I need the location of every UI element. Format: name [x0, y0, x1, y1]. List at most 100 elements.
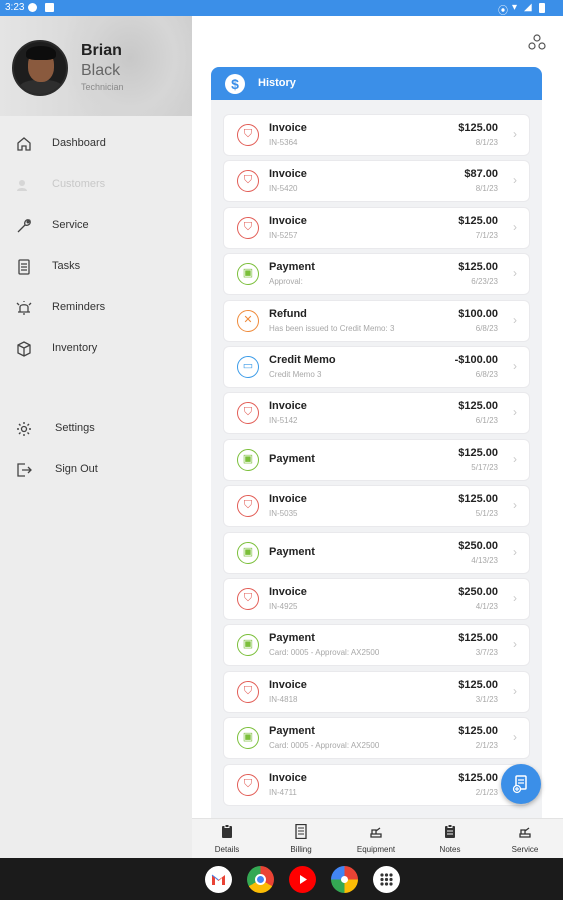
- row-amount: $125.00: [458, 122, 498, 134]
- history-row-invoice[interactable]: ⛉ Invoice IN-5142 $125.00 6/1/23 ›: [224, 393, 529, 434]
- payment-icon: ▣: [237, 727, 259, 750]
- avatar[interactable]: [12, 40, 68, 96]
- row-subtitle: Has been issued to Credit Memo: 3: [269, 323, 395, 333]
- sidebar-item-label: Sign Out: [55, 463, 98, 475]
- chevron-right-icon: ›: [513, 451, 517, 466]
- row-amount: $250.00: [458, 586, 498, 598]
- history-row-invoice[interactable]: ⛉ Invoice IN-4818 $125.00 3/1/23 ›: [224, 671, 529, 712]
- row-amount: $125.00: [458, 214, 498, 227]
- sidebar-item-service[interactable]: Service: [0, 210, 192, 240]
- sidebar-item-dashboard[interactable]: Dashboard: [0, 128, 192, 158]
- signal-icon: ◢: [524, 2, 532, 13]
- row-date: 7/1/23: [475, 230, 498, 240]
- row-date: 5/17/23: [471, 462, 498, 472]
- row-title: Invoice: [269, 586, 307, 598]
- row-date: 8/1/23: [475, 138, 498, 147]
- home-icon: [17, 137, 31, 151]
- invoice-icon: ⛉: [237, 216, 259, 239]
- service-icon: [519, 827, 531, 838]
- row-title: Payment: [269, 632, 315, 645]
- row-date: 6/8/23: [475, 323, 498, 333]
- row-amount: $125.00: [458, 678, 498, 691]
- launcher-bar: [0, 858, 563, 900]
- history-row-invoice[interactable]: ⛉ Invoice IN-5420 $87.00 8/1/23 ›: [224, 161, 529, 202]
- org-chart-icon[interactable]: [527, 33, 547, 51]
- row-amount: $125.00: [458, 261, 498, 274]
- row-date: 2/1/23: [475, 787, 498, 797]
- history-row-invoice[interactable]: ⛉ Invoice IN-5257 $125.00 7/1/23 ›: [224, 207, 529, 248]
- sd-card-icon: [45, 3, 54, 12]
- row-date: 4/1/23: [475, 602, 498, 611]
- chevron-right-icon: ›: [513, 173, 517, 188]
- history-row-invoice[interactable]: ⛉ Invoice IN-4925 $250.00 4/1/23 ›: [224, 579, 529, 619]
- history-row-payment[interactable]: ▣ Payment $125.00 5/17/23 ›: [224, 439, 529, 480]
- youtube-icon[interactable]: [289, 866, 316, 893]
- row-date: 4/13/23: [471, 555, 498, 565]
- row-amount: $125.00: [458, 771, 498, 784]
- tab-label: Notes: [439, 845, 461, 854]
- sidebar-item-tasks[interactable]: Tasks: [0, 251, 192, 281]
- history-row-credit[interactable]: ▭ Credit Memo Credit Memo 3 -$100.00 6/8/23 ›: [224, 347, 529, 387]
- photos-icon[interactable]: [331, 866, 358, 893]
- chevron-right-icon: ›: [513, 637, 517, 652]
- row-amount: -$100.00: [454, 354, 498, 366]
- history-row-payment[interactable]: ▣ Payment $250.00 4/13/23 ›: [224, 532, 529, 573]
- row-date: 2/1/23: [475, 741, 498, 751]
- row-subtitle: Approval:: [269, 277, 303, 287]
- row-title: Invoice: [269, 493, 307, 506]
- chevron-right-icon: ›: [513, 219, 517, 234]
- tab-service[interactable]: Service: [495, 819, 555, 859]
- row-date: 6/23/23: [471, 277, 498, 287]
- history-row-invoice[interactable]: ⛉ Invoice IN-5364 $125.00 8/1/23 ›: [224, 115, 529, 155]
- add-invoice-button[interactable]: [501, 764, 541, 804]
- row-amount: $125.00: [458, 632, 498, 645]
- row-subtitle: Card: 0005 - Approval: AX2500: [269, 648, 380, 658]
- sidebar-item-settings[interactable]: Settings: [0, 413, 192, 443]
- sidebar-item-reminders[interactable]: Reminders: [0, 292, 192, 322]
- credit-icon: ▭: [237, 356, 259, 378]
- row-title: Invoice: [269, 400, 307, 413]
- invoice-icon: ⛉: [237, 773, 259, 796]
- chevron-right-icon: ›: [513, 359, 517, 373]
- history-row-payment[interactable]: ▣ Payment Card: 0005 - Approval: AX2500 $12…: [224, 625, 529, 666]
- wifi-icon: ▾: [512, 2, 518, 13]
- chrome-icon[interactable]: [247, 866, 274, 893]
- app-drawer-icon[interactable]: [373, 866, 400, 893]
- profile-background: [60, 16, 192, 116]
- tab-billing[interactable]: Billing: [271, 819, 331, 859]
- alarm-icon: [16, 301, 32, 315]
- row-amount: $125.00: [458, 725, 498, 738]
- payment-icon: ▣: [237, 263, 259, 286]
- tab-details[interactable]: Details: [197, 819, 257, 859]
- tab-notes[interactable]: Notes: [420, 819, 480, 859]
- chevron-right-icon: ›: [513, 266, 517, 281]
- tab-label: Details: [214, 845, 240, 854]
- chevron-right-icon: ›: [513, 591, 517, 605]
- history-row-payment[interactable]: ▣ Payment Card: 0005 - Approval: AX2500 $12…: [224, 718, 529, 759]
- profile-header[interactable]: Brian Black Technician: [0, 16, 192, 116]
- sidebar-item-sign-out[interactable]: Sign Out: [0, 454, 192, 484]
- row-date: 3/1/23: [475, 694, 498, 704]
- history-row-invoice[interactable]: ⛉InvoiceIN-4711$125.002/1/23›: [224, 764, 529, 805]
- profile-role: Technician: [81, 82, 124, 92]
- row-title: Payment: [269, 261, 315, 274]
- sync-icon: [28, 3, 37, 12]
- tab-label: Equipment: [356, 845, 396, 854]
- row-amount: $250.00: [458, 539, 498, 552]
- sidebar-item-label: Dashboard: [52, 137, 106, 149]
- history-row-payment[interactable]: ▣ Payment Approval: $125.00 6/23/23 ›: [224, 254, 529, 295]
- history-row-refund[interactable]: ✕ Refund Has been issued to Credit Memo: 3…: [224, 300, 529, 341]
- history-row-invoice[interactable]: ⛉ Invoice IN-5035 $125.00 5/1/23 ›: [224, 486, 529, 527]
- gmail-icon[interactable]: [205, 866, 232, 893]
- chevron-right-icon: ›: [513, 312, 517, 327]
- sidebar-item-label: Service: [52, 219, 89, 231]
- tab-equipment[interactable]: Equipment: [346, 819, 406, 859]
- row-title: Credit Memo: [269, 354, 336, 366]
- row-amount: $125.00: [458, 446, 498, 459]
- equipment-icon: [370, 827, 382, 838]
- sidebar-item-customers[interactable]: Customers: [0, 169, 192, 199]
- battery-icon: [539, 3, 545, 13]
- row-title: Payment: [269, 725, 315, 738]
- sidebar-item-inventory[interactable]: Inventory: [0, 333, 192, 363]
- location-icon: ⦿: [498, 6, 508, 17]
